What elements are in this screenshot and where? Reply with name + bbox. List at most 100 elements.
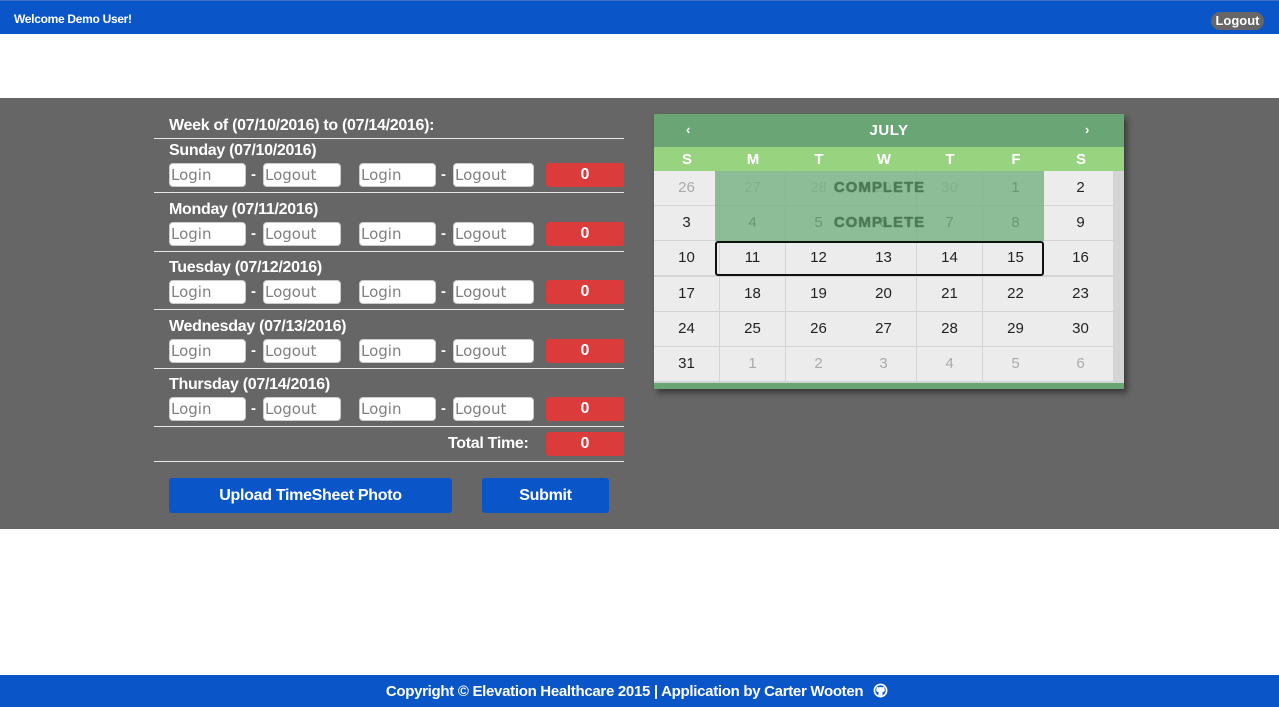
day-label-wednesday: Wednesday (07/13/2016) — [169, 318, 347, 335]
login-input-2[interactable]: Login — [359, 163, 436, 187]
calendar-day[interactable]: 29 — [983, 312, 1048, 346]
time-separator: - — [441, 400, 446, 417]
calendar-day[interactable]: 26 — [786, 312, 851, 346]
logout-input-2[interactable]: Logout — [453, 163, 534, 187]
upload-timesheet-photo-button[interactable]: Upload TimeSheet Photo — [169, 478, 452, 513]
login-input-2[interactable]: Login — [359, 280, 436, 304]
calendar-day[interactable]: 9 — [1048, 206, 1113, 240]
total-time-value: 0 — [546, 432, 624, 456]
login-input-2[interactable]: Login — [359, 397, 436, 421]
calendar-day[interactable]: 3 — [654, 206, 719, 240]
calendar-day[interactable]: 18 — [720, 277, 785, 311]
time-separator: - — [251, 342, 256, 359]
login-input-1[interactable]: Login — [169, 339, 246, 363]
time-separator: - — [251, 283, 256, 300]
weekday-header: S M T W T F S — [654, 147, 1124, 171]
logout-input-1[interactable]: Logout — [263, 280, 341, 304]
logout-input-1[interactable]: Logout — [263, 222, 341, 246]
weekday-label: W — [876, 151, 892, 168]
login-input-1[interactable]: Login — [169, 280, 246, 304]
divider — [154, 138, 624, 139]
logout-input-1[interactable]: Logout — [263, 397, 341, 421]
divider — [154, 368, 624, 369]
divider — [154, 309, 624, 310]
calendar-day[interactable]: 19 — [786, 277, 851, 311]
weekday-label: S — [1075, 151, 1086, 168]
calendar-grid: 2627282930123456789101112131415161718192… — [654, 171, 1124, 383]
calendar-day[interactable]: 2 — [1048, 171, 1113, 205]
calendar-day[interactable]: 27 — [851, 312, 916, 346]
logout-button[interactable]: Logout — [1211, 12, 1264, 30]
calendar-day[interactable]: 31 — [654, 347, 719, 381]
calendar-day[interactable]: 16 — [1048, 241, 1113, 275]
weekday-label: T — [814, 151, 824, 168]
calendar-month-title: JULY — [869, 122, 909, 139]
day-label-sunday: Sunday (07/10/2016) — [169, 142, 317, 159]
week-title: Week of (07/10/2016) to (07/14/2016): — [169, 117, 435, 134]
hours-badge-sunday: 0 — [546, 163, 624, 187]
day-label-monday: Monday (07/11/2016) — [169, 201, 319, 218]
calendar-day[interactable]: 10 — [654, 241, 719, 275]
calendar-day[interactable]: 21 — [917, 277, 982, 311]
day-label-thursday: Thursday (07/14/2016) — [169, 376, 330, 393]
calendar-widget: ‹ JULY › S M T W T F S 26272829301234567… — [654, 114, 1124, 389]
weekday-label: T — [945, 151, 955, 168]
time-separator: - — [441, 225, 446, 242]
submit-button[interactable]: Submit — [482, 478, 609, 513]
time-separator: - — [441, 342, 446, 359]
complete-label: COMPLETE — [833, 179, 926, 196]
weekday-label: S — [681, 151, 692, 168]
calendar-day[interactable]: 25 — [720, 312, 785, 346]
time-separator: - — [251, 225, 256, 242]
divider — [154, 192, 624, 193]
footer: Copyright © Elevation Healthcare 2015 | … — [0, 675, 1279, 707]
calendar-day[interactable]: 30 — [1048, 312, 1113, 346]
complete-label: COMPLETE — [833, 214, 926, 231]
github-icon[interactable] — [873, 683, 888, 698]
logout-input-1[interactable]: Logout — [263, 163, 341, 187]
weekday-label: F — [1011, 151, 1021, 168]
login-input-1[interactable]: Login — [169, 163, 246, 187]
login-input-1[interactable]: Login — [169, 222, 246, 246]
next-month-icon[interactable]: › — [1085, 122, 1089, 137]
calendar-day[interactable]: 24 — [654, 312, 719, 346]
calendar-day[interactable]: 28 — [917, 312, 982, 346]
calendar-day[interactable]: 2 — [786, 347, 851, 381]
calendar-header: ‹ JULY › — [654, 114, 1124, 147]
day-label-tuesday: Tuesday (07/12/2016) — [169, 259, 322, 276]
logout-input-2[interactable]: Logout — [453, 280, 534, 304]
login-input-2[interactable]: Login — [359, 339, 436, 363]
login-input-2[interactable]: Login — [359, 222, 436, 246]
hours-badge-tuesday: 0 — [546, 280, 624, 304]
calendar-day[interactable]: 1 — [720, 347, 785, 381]
logout-input-2[interactable]: Logout — [453, 397, 534, 421]
login-input-1[interactable]: Login — [169, 397, 246, 421]
logout-input-2[interactable]: Logout — [453, 339, 534, 363]
calendar-footer — [654, 383, 1124, 389]
divider — [154, 461, 624, 462]
hours-badge-monday: 0 — [546, 222, 624, 246]
calendar-day[interactable]: 17 — [654, 277, 719, 311]
logout-input-2[interactable]: Logout — [453, 222, 534, 246]
calendar-day[interactable]: 20 — [851, 277, 916, 311]
calendar-day[interactable]: 3 — [851, 347, 916, 381]
time-separator: - — [251, 166, 256, 183]
calendar-day[interactable]: 23 — [1048, 277, 1113, 311]
time-separator: - — [441, 166, 446, 183]
calendar-day[interactable]: 4 — [917, 347, 982, 381]
time-separator: - — [441, 283, 446, 300]
logout-input-1[interactable]: Logout — [263, 339, 341, 363]
calendar-day[interactable]: 5 — [983, 347, 1048, 381]
calendar-day[interactable]: 22 — [983, 277, 1048, 311]
top-nav-bar: Welcome Demo User! Logout — [0, 0, 1279, 34]
divider — [154, 426, 624, 427]
current-week-outline — [715, 241, 1044, 276]
calendar-day[interactable]: 6 — [1048, 347, 1113, 381]
divider — [154, 251, 624, 252]
total-time-label: Total Time: — [448, 435, 529, 452]
welcome-message: Welcome Demo User! — [14, 12, 132, 26]
hours-badge-thursday: 0 — [546, 397, 624, 421]
hours-badge-wednesday: 0 — [546, 339, 624, 363]
weekday-label: M — [746, 151, 760, 168]
calendar-day[interactable]: 26 — [654, 171, 719, 205]
